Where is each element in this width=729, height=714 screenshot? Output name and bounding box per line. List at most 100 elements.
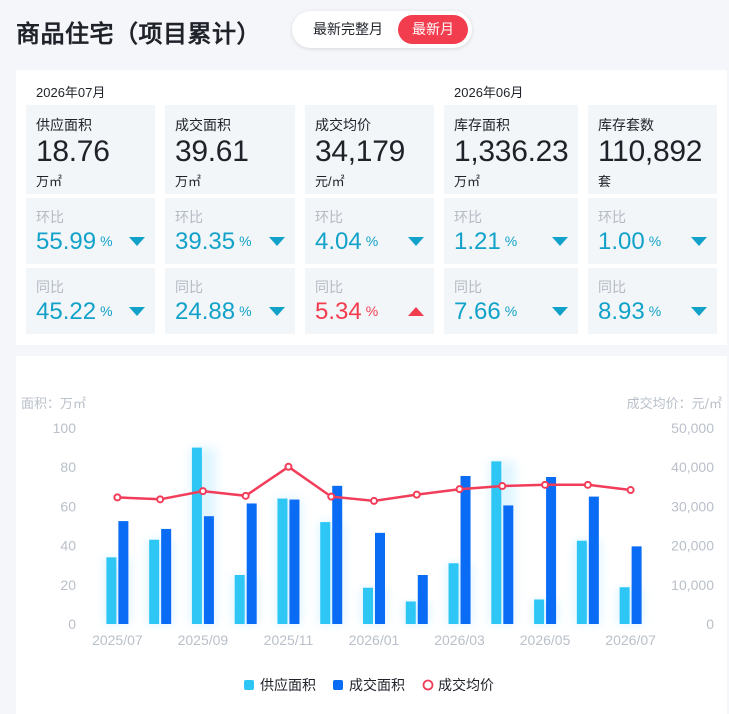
down-arrow-icon: [269, 307, 285, 316]
yoy-label: 同比: [175, 279, 203, 295]
mom-value: 1.00%: [598, 228, 662, 255]
yoy-value: 45.22%: [36, 298, 113, 325]
metric-value: 110,892: [598, 135, 703, 168]
bar-supply: [448, 563, 459, 624]
yoy-card-avg-price: 同比 5.34%: [305, 268, 434, 334]
y-axis-right-title: 成交均价：元/㎡: [627, 396, 722, 412]
point-price: [284, 462, 293, 471]
period-label-current: 2026年07月: [36, 85, 106, 100]
y-tick-left: 0: [68, 616, 76, 632]
down-arrow-icon: [552, 237, 568, 246]
metric-label: 成交均价: [315, 117, 371, 133]
x-tick-label: 2026/03: [434, 632, 485, 648]
y-tick-left: 20: [60, 577, 76, 593]
bar-supply: [363, 587, 373, 624]
metrics-panel: 2026年07月 2026年06月 供应面积 18.76 万㎡ 环比 55.99…: [16, 70, 727, 345]
point-price: [327, 492, 336, 501]
metric-unit: 元/㎡: [315, 174, 345, 189]
bar-deal: [588, 496, 599, 624]
metric-label: 供应面积: [36, 117, 92, 133]
point-price: [241, 491, 250, 500]
mom-value: 55.99%: [36, 228, 113, 255]
metric-value: 39.61: [175, 135, 249, 168]
y-tick-left: 100: [53, 420, 77, 436]
toggle-latest-complete-month[interactable]: 最新完整月: [302, 15, 394, 44]
bar-supply: [619, 587, 630, 624]
mom-value: 1.21%: [454, 228, 518, 255]
bar-deal: [417, 575, 428, 624]
yoy-label: 同比: [598, 279, 626, 295]
y-tick-left: 80: [60, 459, 76, 475]
legend-label-deal: 成交面积: [349, 677, 405, 694]
yoy-value: 5.34%: [315, 298, 379, 325]
mom-value: 4.04%: [315, 228, 379, 255]
bar-supply: [234, 575, 245, 624]
point-price: [198, 487, 207, 496]
metric-card-supply-area: 供应面积 18.76 万㎡: [26, 105, 155, 194]
mom-card-supply-area: 环比 55.99%: [26, 198, 155, 264]
bar-deal: [546, 477, 557, 624]
yoy-value: 8.93%: [598, 298, 662, 325]
legend-swatch-deal: [333, 680, 343, 690]
yoy-card-inventory-area: 同比 7.66%: [444, 268, 578, 334]
mom-card-inventory-area: 环比 1.21%: [444, 198, 578, 264]
yoy-label: 同比: [36, 279, 64, 295]
metric-value: 18.76: [36, 135, 110, 168]
bar-supply: [106, 557, 117, 624]
metric-value: 34,179: [315, 135, 405, 168]
metric-card-deal-area: 成交面积 39.61 万㎡: [165, 105, 295, 194]
bar-supply: [191, 447, 202, 624]
yoy-card-supply-area: 同比 45.22%: [26, 268, 155, 334]
down-arrow-icon: [691, 237, 707, 246]
yoy-card-deal-area: 同比 24.88%: [165, 268, 295, 334]
yoy-label: 同比: [454, 279, 482, 295]
point-price: [156, 495, 165, 504]
y-tick-left: 40: [60, 538, 76, 554]
bar-deal: [161, 528, 172, 624]
mom-value: 39.35%: [175, 228, 252, 255]
mom-label: 环比: [315, 209, 343, 225]
bar-deal: [332, 485, 343, 624]
bar-deal: [631, 546, 642, 624]
down-arrow-icon: [691, 307, 707, 316]
x-tick-label: 2025/09: [178, 632, 229, 648]
legend-label-price: 成交均价: [438, 677, 494, 694]
point-price: [113, 493, 122, 502]
point-price: [412, 490, 421, 499]
y-tick-right: 50,000: [671, 420, 714, 436]
metric-card-inventory-units: 库存套数 110,892 套: [588, 105, 717, 194]
mom-label: 环比: [454, 209, 482, 225]
metric-unit: 套: [598, 174, 612, 189]
combo-chart: 面积：万㎡ 成交均价：元/㎡ 0 20 40 60 80 100 0 10,000 20,000 30…: [21, 396, 722, 694]
down-arrow-icon: [129, 237, 145, 246]
x-tick-label: 2026/01: [349, 632, 400, 648]
yoy-value: 24.88%: [175, 298, 252, 325]
down-arrow-icon: [129, 307, 145, 316]
metric-card-avg-price: 成交均价 34,179 元/㎡: [305, 105, 434, 194]
metric-card-inventory-area: 库存面积 1,336.23 万㎡: [444, 105, 578, 194]
yoy-value: 7.66%: [454, 298, 518, 325]
chart-panel: 面积：万㎡ 成交均价：元/㎡ 0 20 40 60 80 100 0 10,000 20,000 30…: [16, 356, 727, 714]
bar-supply: [405, 601, 416, 624]
header: 商品住宅（项目累计） 最新完整月 最新月: [0, 0, 729, 62]
toggle-latest-month[interactable]: 最新月: [398, 15, 468, 44]
y-tick-right: 20,000: [671, 538, 714, 554]
up-arrow-icon: [408, 307, 424, 316]
period-toggle: 最新完整月 最新月: [292, 11, 472, 48]
x-tick-label: 2025/11: [264, 632, 314, 648]
metric-label: 库存面积: [454, 117, 510, 133]
point-price: [455, 485, 464, 494]
down-arrow-icon: [552, 307, 568, 316]
x-tick-label: 2026/07: [605, 632, 656, 648]
mom-label: 环比: [36, 209, 64, 225]
legend-marker-price: [422, 679, 434, 691]
metric-unit: 万㎡: [36, 174, 63, 189]
mom-card-avg-price: 环比 4.04%: [305, 198, 434, 264]
down-arrow-icon: [408, 237, 424, 246]
point-price: [626, 486, 635, 495]
page-title: 商品住宅（项目累计）: [16, 20, 261, 48]
mom-label: 环比: [598, 209, 626, 225]
mom-card-deal-area: 环比 39.35%: [165, 198, 295, 264]
y-tick-right: 40,000: [671, 459, 714, 475]
y-tick-right: 30,000: [671, 498, 714, 514]
